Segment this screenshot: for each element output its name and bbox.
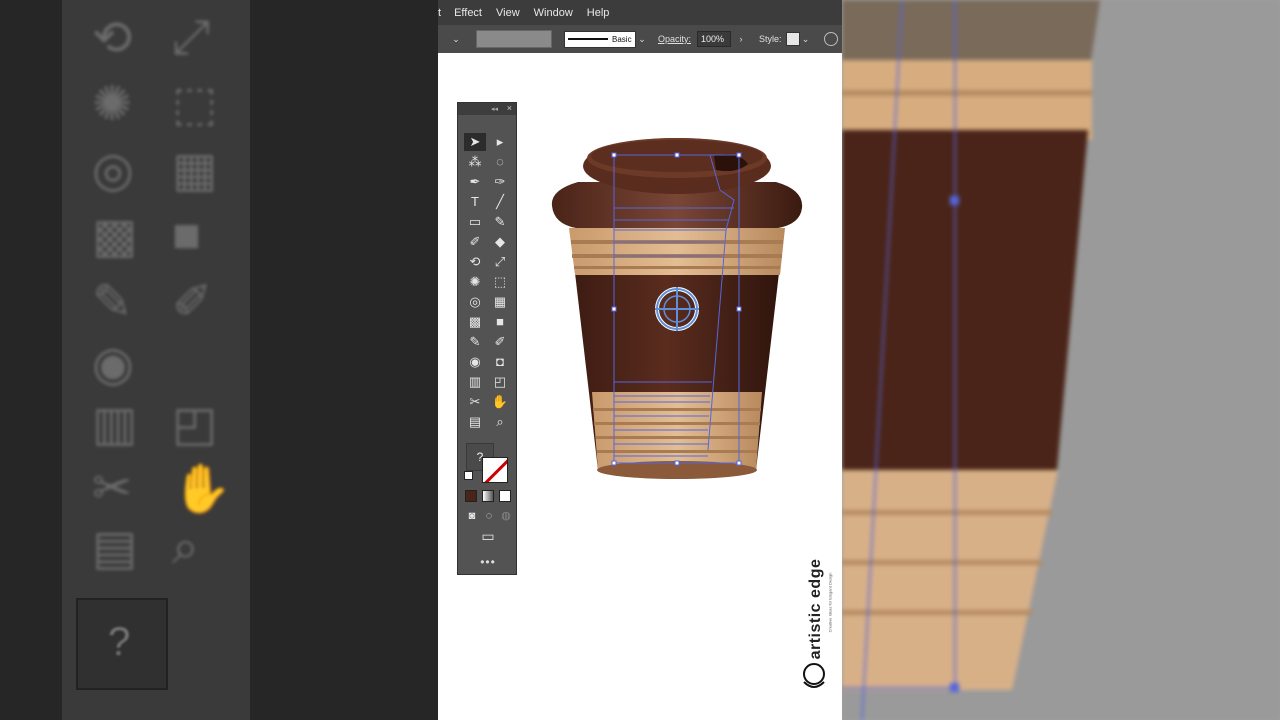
stroke-swatch[interactable] (482, 457, 508, 483)
paintbrush-tool-icon[interactable]: ✎ (489, 213, 511, 231)
screen-mode-icon[interactable]: ▭ (477, 527, 499, 545)
right-blurred-zoom (842, 0, 1280, 720)
menu-help[interactable]: Help (580, 7, 617, 19)
menu-bar: t Effect View Window Help (438, 0, 842, 25)
canvas-artwork (551, 138, 803, 479)
eyedropper-icon: ✎ (92, 276, 133, 329)
eyedropper-tool-icon[interactable]: ✎ (464, 333, 486, 351)
graphic-style-swatch[interactable] (785, 32, 800, 46)
chevron-down-icon[interactable]: ⌄ (800, 34, 812, 45)
selection-tool-icon[interactable]: ➤ (464, 133, 486, 151)
control-bar: ⌄ Basic ⌄ Opacity: 100% › Style: ⌄ (438, 25, 842, 53)
opacity-input[interactable]: 100% (697, 31, 732, 47)
shape-builder-tool-icon[interactable]: ◎ (464, 293, 486, 311)
stroke-profile-label: Basic (612, 34, 632, 44)
style-label: Style: (759, 34, 782, 44)
graph-icon: ▥ (92, 398, 138, 451)
chevron-right-icon[interactable]: › (735, 34, 747, 44)
camera-tool-icon[interactable]: ◘ (489, 353, 511, 371)
perspective-grid-tool-icon[interactable]: ▦ (489, 293, 511, 311)
scale-tool-icon[interactable]: ⤢ (489, 253, 511, 271)
menu-view[interactable]: View (489, 7, 527, 19)
menu-type-partial[interactable]: t (438, 7, 447, 19)
tools-panel-header[interactable]: ◂◂ × (458, 103, 516, 115)
knife-icon: ✂ (92, 462, 133, 515)
illustrator-window: t Effect View Window Help ⌄ Basic ⌄ Opac… (438, 0, 842, 720)
column-graph-tool-icon[interactable]: ▥ (464, 373, 486, 391)
reference-point-crosshair-icon[interactable] (655, 287, 699, 331)
rectangle-tool-icon[interactable]: ▭ (464, 213, 486, 231)
free-transform-tool-icon[interactable]: ⬚ (489, 273, 511, 291)
lasso-tool-icon[interactable]: ◌ (489, 153, 511, 171)
zoom-tool-icon[interactable]: ⌕ (489, 413, 511, 431)
zoomed-cup-image (842, 0, 1280, 720)
pen-tool-icon[interactable]: ✒ (464, 173, 486, 191)
menu-window[interactable]: Window (527, 7, 580, 19)
eraser-tool-icon[interactable]: ◆ (489, 233, 511, 251)
stroke-weight-field[interactable] (476, 30, 552, 48)
stroke-profile-dropdown[interactable]: Basic (564, 30, 636, 48)
opacity-label[interactable]: Opacity: (658, 34, 691, 44)
warp-tool-icon[interactable]: ✺ (464, 273, 486, 291)
slice-tool-icon[interactable]: ✂ (464, 393, 486, 411)
hand-tool-icon[interactable]: ✋ (489, 393, 511, 411)
zoom-icon: ⌕ (172, 521, 199, 574)
chevron-down-icon[interactable]: ⌄ (636, 34, 648, 45)
shaper-tool-icon[interactable]: ✐ (464, 233, 486, 251)
warp-icon: ✺ (92, 78, 133, 131)
rotate-tool-icon[interactable]: ⟲ (464, 253, 486, 271)
hand-icon: ✋ (172, 463, 232, 516)
gradient-mode-swatch[interactable] (482, 490, 494, 502)
logo-wordmark: artistic edge (807, 558, 824, 660)
video-frame: ⟲ ⤢ ✺ ⬚ ◎ ▦ ▩ ■ ✎ ✐ ◉ ▥ ◰ ✂ ✋ ▤ ⌕ ? t Ef… (0, 0, 1280, 720)
free-transform-icon: ⬚ (172, 78, 218, 131)
left-blurred-zoom: ⟲ ⤢ ✺ ⬚ ◎ ▦ ▩ ■ ✎ ✐ ◉ ▥ ◰ ✂ ✋ ▤ ⌕ ? (0, 0, 438, 720)
line-tool-icon[interactable]: ╱ (489, 193, 511, 211)
mesh-tool-icon[interactable]: ▩ (464, 313, 486, 331)
draw-inside-icon[interactable]: ◍ (495, 507, 517, 525)
stroke-line-preview (568, 38, 608, 40)
print-tiling-tool-icon[interactable]: ▤ (464, 413, 486, 431)
curvature-tool-icon[interactable]: ✑ (489, 173, 511, 191)
shape-builder-icon: ◎ (92, 144, 134, 197)
blend-tool-icon[interactable]: ✐ (489, 333, 511, 351)
perspective-grid-icon: ▦ (172, 144, 218, 197)
gradient-tool-icon[interactable]: ■ (489, 313, 511, 331)
chevron-down-icon[interactable]: ⌄ (450, 34, 462, 45)
gradient-icon: ■ (172, 209, 201, 262)
tools-panel: ◂◂ × ➤ ▸ ⁂ ◌ ✒ ✑ T ╱ ▭ ✎ ✐ ◆ ⟲ ⤢ ✺ ⬚ ◎ ▦… (457, 102, 517, 575)
zoomed-fill-question: ? (108, 620, 131, 664)
symbol-sprayer-icon: ◉ (92, 338, 134, 391)
default-fill-stroke-icon[interactable] (464, 471, 473, 480)
artboard-icon: ◰ (172, 398, 218, 451)
rotate-icon: ⟲ (92, 12, 133, 65)
magic-wand-tool-icon[interactable]: ⁂ (464, 153, 486, 171)
mesh-icon: ▩ (92, 210, 138, 263)
artboard-tool-icon[interactable]: ◰ (489, 373, 511, 391)
logo-tagline: Creative Ideas for Elegant Design (827, 572, 833, 633)
menu-effect[interactable]: Effect (447, 7, 489, 19)
blend-icon: ✐ (172, 276, 213, 329)
brand-logo: artistic edge Creative Ideas for Elegant… (796, 542, 836, 702)
collapse-arrows-icon[interactable]: ◂◂ (491, 105, 498, 113)
edit-toolbar-button[interactable]: ••• (458, 555, 518, 569)
none-mode-swatch[interactable] (499, 490, 511, 502)
print-tiling-icon: ▤ (92, 522, 138, 575)
type-tool-icon[interactable]: T (464, 193, 486, 211)
color-mode-swatch[interactable] (465, 490, 477, 502)
scale-icon: ⤢ (172, 11, 211, 64)
close-icon[interactable]: × (507, 103, 512, 113)
direct-selection-tool-icon[interactable]: ▸ (489, 133, 511, 151)
recolor-artwork-icon[interactable] (823, 32, 838, 46)
symbol-sprayer-tool-icon[interactable]: ◉ (464, 353, 486, 371)
